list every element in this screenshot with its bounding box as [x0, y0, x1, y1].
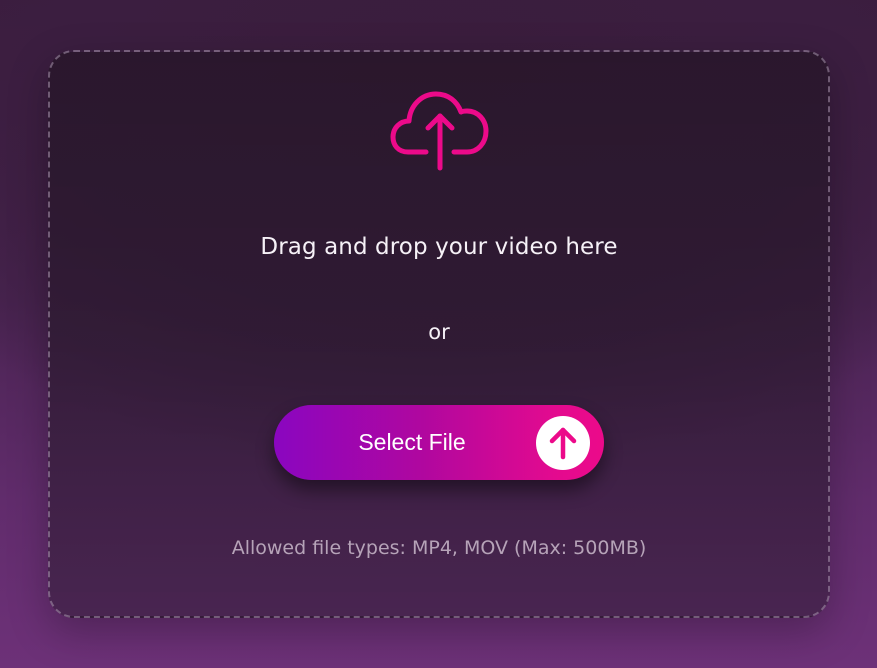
cloud-upload-icon	[390, 90, 490, 172]
drop-instructions: Drag and drop your video here	[260, 234, 618, 260]
or-separator: or	[428, 320, 450, 344]
select-file-label: Select File	[358, 429, 466, 455]
arrow-up-icon	[536, 416, 590, 470]
allowed-file-types: Allowed file types: MP4, MOV (Max: 500MB…	[231, 537, 647, 559]
select-file-button[interactable]: Select File	[274, 405, 604, 480]
drop-zone[interactable]: Drag and drop your video here or Select …	[48, 50, 830, 618]
